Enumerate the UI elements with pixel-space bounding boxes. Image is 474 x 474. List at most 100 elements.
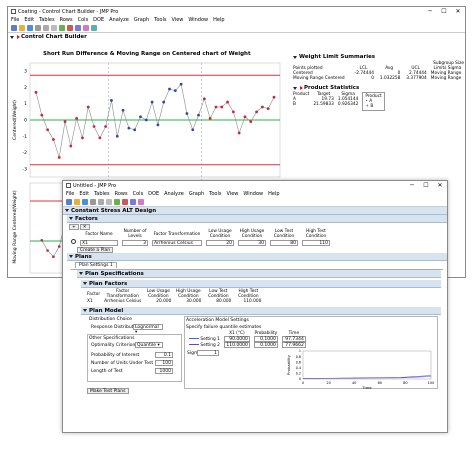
cell: 30.000 — [186, 299, 202, 304]
chart-icon[interactable] — [67, 25, 73, 31]
cell: 0.926342 — [337, 102, 359, 107]
plan-model-header[interactable]: Plan Model — [81, 307, 441, 315]
resp-dist-select[interactable]: Lognormal ▾ — [133, 324, 163, 335]
cut-icon[interactable] — [35, 25, 41, 31]
maximize-icon[interactable]: ☐ — [419, 181, 433, 190]
probability-plot: 0 20 40 60 80 10010.80.60.40.20TimeProbabilit… — [286, 349, 434, 389]
chart-icon[interactable] — [122, 199, 128, 205]
menu-tools[interactable]: Tools — [209, 191, 221, 197]
menu-cols[interactable]: Cols — [133, 191, 144, 197]
menu-view[interactable]: View — [227, 191, 239, 197]
close-icon[interactable]: ✕ — [433, 181, 447, 190]
maximize-icon[interactable]: ☐ — [437, 7, 451, 16]
save-icon[interactable] — [27, 25, 33, 31]
open-icon[interactable] — [74, 199, 80, 205]
data-point — [75, 116, 79, 120]
data-point — [226, 100, 229, 104]
cell: 20.000 — [156, 299, 172, 304]
tab-plan-settings-1[interactable]: Plan Settings 1 — [75, 262, 117, 268]
menu-rows[interactable]: Rows — [115, 191, 128, 197]
plan-factors-header[interactable]: Plan Factors — [81, 280, 441, 288]
high-test-input[interactable]: 110 — [302, 239, 330, 246]
low-test-input[interactable]: 80 — [270, 239, 298, 246]
menu-help[interactable]: Help — [268, 191, 279, 197]
close-icon[interactable]: ✕ — [451, 7, 465, 16]
menu-analyze[interactable]: Analyze — [109, 17, 129, 23]
data-point — [40, 113, 44, 117]
menu-window[interactable]: Window — [243, 191, 263, 197]
menu-doe[interactable]: DOE — [93, 17, 104, 23]
script-icon[interactable] — [130, 199, 136, 205]
levels-input[interactable]: 3 — [122, 239, 148, 246]
create-plan-button[interactable]: Create a Plan — [77, 247, 114, 253]
data-icon[interactable] — [114, 199, 120, 205]
menu-graph[interactable]: Graph — [134, 17, 149, 23]
menu-tools[interactable]: Tools — [154, 17, 166, 23]
paste-icon[interactable] — [106, 199, 112, 205]
time-input[interactable]: 77.9662 — [281, 342, 306, 348]
menu-edit[interactable]: Edit — [79, 191, 89, 197]
y-tick-label: 2 — [24, 85, 27, 91]
length-input[interactable]: 1000 — [155, 368, 173, 374]
zoom-icon[interactable] — [91, 25, 97, 31]
menu-view[interactable]: View — [172, 17, 184, 23]
factor-name-input[interactable]: X1 — [80, 239, 118, 246]
select-icon[interactable] — [138, 199, 144, 205]
high-usage-input[interactable]: 30 — [238, 239, 266, 246]
select-icon[interactable] — [83, 25, 89, 31]
factor-radio[interactable] — [71, 239, 76, 244]
cell: X1 — [87, 299, 93, 304]
menu-file[interactable]: File — [66, 191, 74, 197]
new-table-icon[interactable] — [11, 25, 17, 31]
design-header[interactable]: Constant Stress ALT Design — [63, 207, 447, 215]
cell: Moving Range Centered — [293, 76, 345, 81]
menu-cols[interactable]: Cols — [78, 17, 89, 23]
data-point — [63, 120, 67, 124]
data-point — [266, 107, 270, 110]
col-transform: Factor Transformation — [153, 231, 201, 237]
units-input[interactable]: 100 — [155, 360, 173, 366]
new-table-icon[interactable] — [66, 199, 72, 205]
plan-spec-header[interactable]: Plan Specifications — [77, 270, 441, 278]
transform-select[interactable]: Arrhenius Celsius — [152, 239, 202, 246]
script-icon[interactable] — [75, 25, 81, 31]
low-usage-input[interactable]: 20 — [206, 239, 234, 246]
limits-header[interactable]: Weight Limit Summaries — [291, 53, 465, 61]
mr-data-point — [46, 249, 49, 252]
menu-tables[interactable]: Tables — [39, 17, 55, 23]
cell: 3.377904 — [406, 76, 427, 81]
copy-icon[interactable] — [98, 199, 104, 205]
data-icon[interactable] — [59, 25, 65, 31]
make-test-plans-button[interactable]: Make Test Plans — [87, 388, 129, 394]
sigma-input[interactable]: 1 — [197, 350, 219, 356]
data-point — [133, 128, 137, 132]
cut-icon[interactable] — [90, 199, 96, 205]
plans-header[interactable]: Plans — [67, 253, 447, 261]
menu-window[interactable]: Window — [188, 17, 208, 23]
menu-file[interactable]: File — [11, 17, 19, 23]
prob-input[interactable]: 0.1 — [155, 352, 173, 358]
factors-header[interactable]: Factors — [67, 215, 447, 223]
product-stats-header[interactable]: Product Statistics — [291, 84, 465, 92]
x1-input[interactable]: 110.0000 — [223, 342, 250, 348]
minimize-icon[interactable]: ─ — [405, 181, 419, 190]
menu-graph[interactable]: Graph — [189, 191, 204, 197]
open-icon[interactable] — [19, 25, 25, 31]
opt-select[interactable]: Quantile ▾ — [135, 342, 163, 348]
save-icon[interactable] — [82, 199, 88, 205]
menu-edit[interactable]: Edit — [24, 17, 34, 23]
setting-2-swatch — [189, 343, 199, 345]
menu-doe[interactable]: DOE — [148, 191, 159, 197]
prob-input[interactable]: 0.1000 — [253, 342, 278, 348]
menu-rows[interactable]: Rows — [60, 17, 73, 23]
section-title: Control Chart Builder — [21, 34, 87, 40]
menu-analyze[interactable]: Analyze — [164, 191, 184, 197]
data-point — [197, 113, 200, 117]
minimize-icon[interactable]: ─ — [423, 7, 437, 16]
legend-item-b[interactable]: + B — [365, 104, 381, 109]
paste-icon[interactable] — [51, 25, 57, 31]
copy-icon[interactable] — [43, 25, 49, 31]
menu-help[interactable]: Help — [213, 17, 224, 23]
menu-tables[interactable]: Tables — [94, 191, 110, 197]
control-chart-builder-header[interactable]: Control Chart Builder — [8, 33, 465, 41]
